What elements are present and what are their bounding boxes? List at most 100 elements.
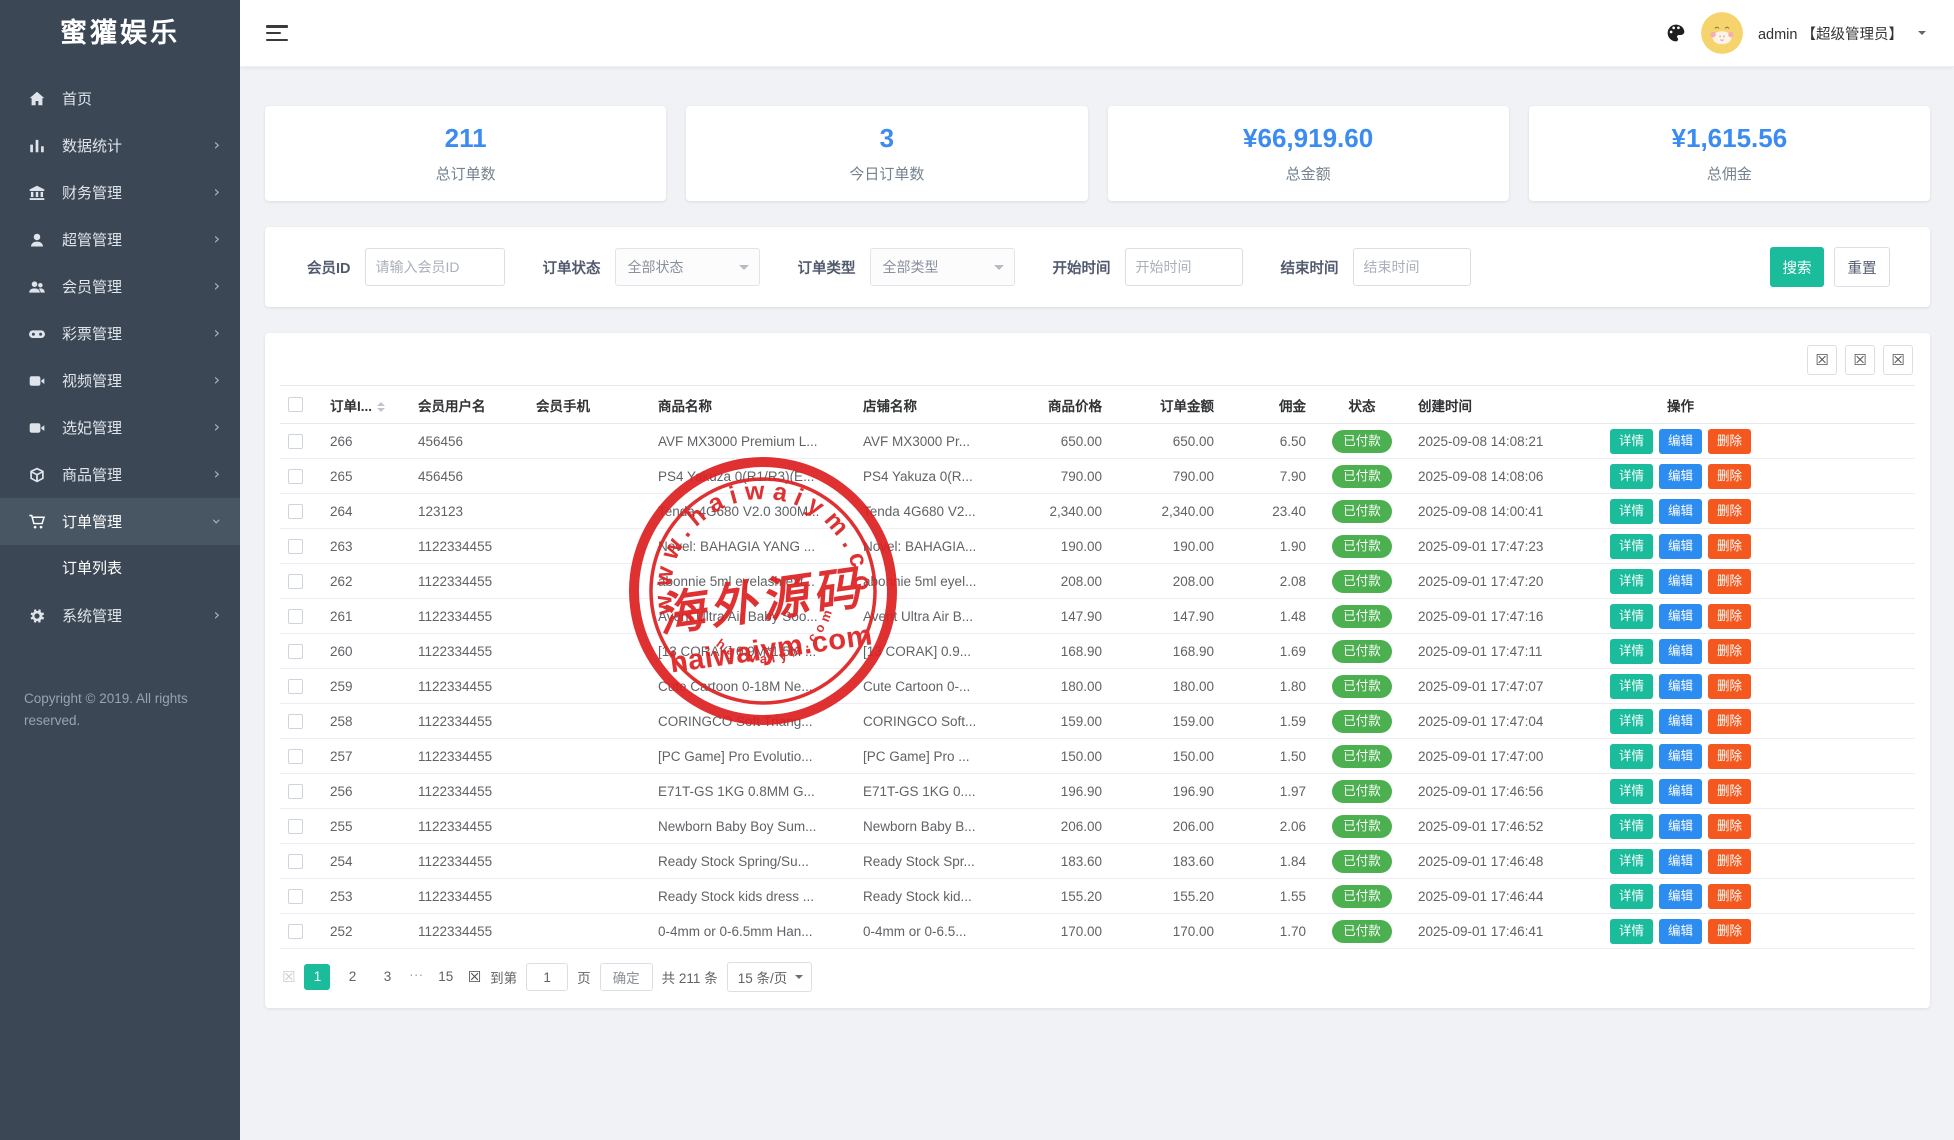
sidebar-item-2[interactable]: 财务管理› bbox=[0, 169, 240, 216]
row-checkbox[interactable] bbox=[288, 714, 303, 729]
row-checkbox[interactable] bbox=[288, 889, 303, 904]
detail-button[interactable]: 详情 bbox=[1610, 849, 1653, 874]
edit-button[interactable]: 编辑 bbox=[1659, 429, 1702, 454]
row-checkbox[interactable] bbox=[288, 504, 303, 519]
toolbar-icon-button-3[interactable]: ☒ bbox=[1883, 345, 1913, 375]
edit-button[interactable]: 编辑 bbox=[1659, 639, 1702, 664]
delete-button[interactable]: 删除 bbox=[1708, 849, 1751, 874]
row-checkbox[interactable] bbox=[288, 854, 303, 869]
edit-button[interactable]: 编辑 bbox=[1659, 674, 1702, 699]
sidebar-item-4[interactable]: 会员管理› bbox=[0, 263, 240, 310]
row-checkbox[interactable] bbox=[288, 469, 303, 484]
delete-button[interactable]: 删除 bbox=[1708, 604, 1751, 629]
delete-button[interactable]: 删除 bbox=[1708, 569, 1751, 594]
column-header-2[interactable]: 会员手机 bbox=[528, 386, 650, 424]
sidebar-item-10[interactable]: 系统管理› bbox=[0, 592, 240, 639]
edit-button[interactable]: 编辑 bbox=[1659, 814, 1702, 839]
sidebar-item-5[interactable]: 彩票管理› bbox=[0, 310, 240, 357]
edit-button[interactable]: 编辑 bbox=[1659, 849, 1702, 874]
row-checkbox[interactable] bbox=[288, 784, 303, 799]
row-checkbox[interactable] bbox=[288, 679, 303, 694]
row-checkbox[interactable] bbox=[288, 539, 303, 554]
delete-button[interactable]: 删除 bbox=[1708, 639, 1751, 664]
delete-button[interactable]: 删除 bbox=[1708, 499, 1751, 524]
detail-button[interactable]: 详情 bbox=[1610, 604, 1653, 629]
column-header-5[interactable]: 商品价格 bbox=[1005, 386, 1110, 424]
delete-button[interactable]: 删除 bbox=[1708, 884, 1751, 909]
detail-button[interactable]: 详情 bbox=[1610, 499, 1653, 524]
column-header-8[interactable]: 状态 bbox=[1314, 386, 1410, 424]
column-header-1[interactable]: 会员用户名 bbox=[410, 386, 528, 424]
edit-button[interactable]: 编辑 bbox=[1659, 744, 1702, 769]
page-button-15[interactable]: 15 bbox=[433, 964, 459, 990]
sidebar-item-0[interactable]: 首页 bbox=[0, 75, 240, 122]
delete-button[interactable]: 删除 bbox=[1708, 744, 1751, 769]
detail-button[interactable]: 详情 bbox=[1610, 919, 1653, 944]
delete-button[interactable]: 删除 bbox=[1708, 429, 1751, 454]
sidebar-item-8[interactable]: 商品管理› bbox=[0, 451, 240, 498]
toolbar-icon-button-2[interactable]: ☒ bbox=[1845, 345, 1875, 375]
row-checkbox[interactable] bbox=[288, 924, 303, 939]
reset-button[interactable]: 重置 bbox=[1834, 247, 1890, 287]
column-header-7[interactable]: 佣金 bbox=[1222, 386, 1314, 424]
search-button[interactable]: 搜索 bbox=[1770, 247, 1824, 287]
delete-button[interactable]: 删除 bbox=[1708, 919, 1751, 944]
sidebar-toggle-button[interactable] bbox=[266, 25, 288, 41]
row-checkbox[interactable] bbox=[288, 574, 303, 589]
user-avatar[interactable] bbox=[1701, 12, 1743, 54]
column-header-3[interactable]: 商品名称 bbox=[650, 386, 855, 424]
column-header-6[interactable]: 订单金额 bbox=[1110, 386, 1222, 424]
sidebar-item-6[interactable]: 视频管理› bbox=[0, 357, 240, 404]
detail-button[interactable]: 详情 bbox=[1610, 709, 1653, 734]
page-button-1[interactable]: 1 bbox=[304, 964, 330, 990]
order-status-select[interactable]: 全部状态 bbox=[615, 248, 760, 286]
detail-button[interactable]: 详情 bbox=[1610, 464, 1653, 489]
theme-palette-icon[interactable] bbox=[1666, 23, 1686, 43]
toolbar-icon-button-1[interactable]: ☒ bbox=[1807, 345, 1837, 375]
column-header-9[interactable]: 创建时间 bbox=[1410, 386, 1578, 424]
chevron-down-icon[interactable] bbox=[1918, 31, 1926, 39]
per-page-select[interactable]: 15 条/页 bbox=[727, 962, 813, 992]
page-button-3[interactable]: 3 bbox=[374, 964, 400, 990]
detail-button[interactable]: 详情 bbox=[1610, 884, 1653, 909]
edit-button[interactable]: 编辑 bbox=[1659, 604, 1702, 629]
column-header-4[interactable]: 店铺名称 bbox=[855, 386, 1005, 424]
order-type-select[interactable]: 全部类型 bbox=[870, 248, 1015, 286]
row-checkbox[interactable] bbox=[288, 644, 303, 659]
user-menu-label[interactable]: admin 【超级管理员】 bbox=[1758, 23, 1903, 44]
detail-button[interactable]: 详情 bbox=[1610, 779, 1653, 804]
member-id-input[interactable] bbox=[365, 248, 505, 286]
detail-button[interactable]: 详情 bbox=[1610, 674, 1653, 699]
delete-button[interactable]: 删除 bbox=[1708, 779, 1751, 804]
row-checkbox[interactable] bbox=[288, 434, 303, 449]
detail-button[interactable]: 详情 bbox=[1610, 814, 1653, 839]
edit-button[interactable]: 编辑 bbox=[1659, 709, 1702, 734]
detail-button[interactable]: 详情 bbox=[1610, 569, 1653, 594]
edit-button[interactable]: 编辑 bbox=[1659, 884, 1702, 909]
edit-button[interactable]: 编辑 bbox=[1659, 569, 1702, 594]
detail-button[interactable]: 详情 bbox=[1610, 639, 1653, 664]
sidebar-item-1[interactable]: 数据统计› bbox=[0, 122, 240, 169]
edit-button[interactable]: 编辑 bbox=[1659, 464, 1702, 489]
edit-button[interactable]: 编辑 bbox=[1659, 779, 1702, 804]
edit-button[interactable]: 编辑 bbox=[1659, 499, 1702, 524]
detail-button[interactable]: 详情 bbox=[1610, 744, 1653, 769]
goto-page-input[interactable] bbox=[526, 963, 568, 991]
edit-button[interactable]: 编辑 bbox=[1659, 919, 1702, 944]
detail-button[interactable]: 详情 bbox=[1610, 534, 1653, 559]
select-all-checkbox[interactable] bbox=[288, 397, 303, 412]
next-page-button[interactable]: ☒ bbox=[468, 968, 481, 986]
end-time-input[interactable] bbox=[1353, 248, 1471, 286]
delete-button[interactable]: 删除 bbox=[1708, 709, 1751, 734]
detail-button[interactable]: 详情 bbox=[1610, 429, 1653, 454]
delete-button[interactable]: 删除 bbox=[1708, 464, 1751, 489]
sort-icon[interactable] bbox=[377, 402, 385, 412]
delete-button[interactable]: 删除 bbox=[1708, 814, 1751, 839]
column-header-0[interactable]: 订单I... bbox=[322, 386, 410, 424]
sidebar-item-3[interactable]: 超管管理› bbox=[0, 216, 240, 263]
delete-button[interactable]: 删除 bbox=[1708, 534, 1751, 559]
row-checkbox[interactable] bbox=[288, 609, 303, 624]
row-checkbox[interactable] bbox=[288, 749, 303, 764]
sidebar-item-9[interactable]: 订单管理› bbox=[0, 498, 240, 545]
edit-button[interactable]: 编辑 bbox=[1659, 534, 1702, 559]
